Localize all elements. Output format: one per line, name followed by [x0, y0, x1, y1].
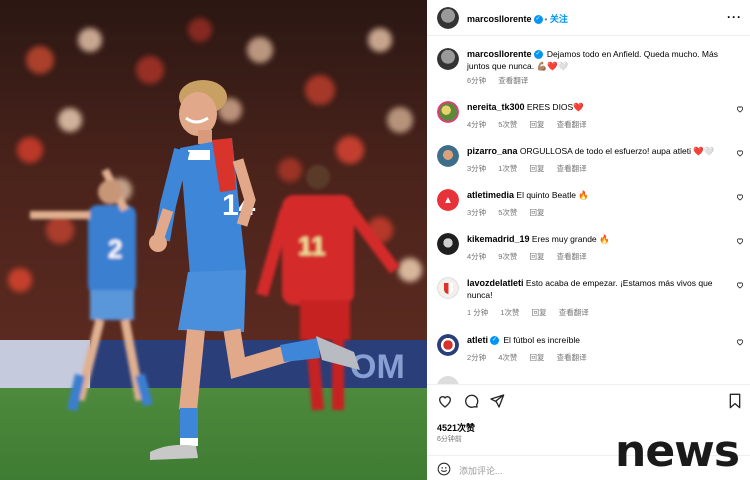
comment-text: ERES DIOS❤️: [526, 102, 584, 112]
commenter-avatar[interactable]: [437, 334, 459, 356]
verified-badge-icon: ✓: [533, 15, 543, 25]
comment-likes[interactable]: 1次赞: [500, 308, 519, 317]
comment-likes[interactable]: 5次赞: [498, 208, 517, 217]
reply-button[interactable]: 回复: [530, 120, 545, 129]
translate-link[interactable]: 查看翻译: [557, 164, 587, 173]
heart-icon[interactable]: [736, 237, 744, 245]
svg-text:11: 11: [298, 231, 326, 261]
emoji-icon[interactable]: [437, 462, 451, 476]
caption-time: 6分钟: [467, 76, 487, 85]
author-username[interactable]: marcosllorente: [467, 14, 532, 24]
partial-comment: [437, 376, 737, 384]
comment-time: 3分钟: [467, 164, 487, 173]
likes-count[interactable]: 4521次赞: [437, 421, 475, 434]
dot-separator: •: [544, 15, 548, 24]
author-avatar[interactable]: [437, 7, 459, 29]
reply-button[interactable]: 回复: [530, 208, 545, 217]
verified-badge-icon: ✓: [533, 50, 543, 60]
news-watermark-logo: news: [615, 426, 740, 477]
comment-time: 2分钟: [467, 353, 487, 362]
commenter-username[interactable]: atleti: [467, 335, 488, 345]
commenter-avatar[interactable]: [437, 277, 459, 299]
commenter-username[interactable]: nereita_tk300: [467, 102, 525, 112]
comment-time: 1 分钟: [467, 308, 489, 317]
heart-icon[interactable]: [736, 281, 744, 289]
comment-text: ORGULLOSA de todo el esfuerzo! aupa atle…: [519, 146, 715, 156]
comment-text: El fútbol es increíble: [503, 335, 580, 345]
comment-icon[interactable]: [463, 393, 479, 409]
comment-time: 4分钟: [467, 120, 487, 129]
reply-button[interactable]: 回复: [530, 353, 545, 362]
heart-icon[interactable]: [736, 105, 744, 113]
heart-icon[interactable]: [736, 149, 744, 157]
commenter-avatar[interactable]: [437, 101, 459, 123]
commenter-avatar[interactable]: [437, 145, 459, 167]
comment-time: 3分钟: [467, 208, 487, 217]
caption-username[interactable]: marcosllorente: [467, 49, 532, 59]
more-options-icon[interactable]: ···: [727, 10, 742, 24]
commenter-username[interactable]: pizarro_ana: [467, 146, 518, 156]
caption-author-avatar[interactable]: [437, 48, 459, 70]
commenter-username[interactable]: atletimedia: [467, 190, 514, 200]
heart-icon[interactable]: [736, 338, 744, 346]
comment-likes[interactable]: 4次赞: [498, 353, 517, 362]
comment-likes[interactable]: 5次赞: [498, 120, 517, 129]
commenter-username[interactable]: kikemadrid_19: [467, 234, 530, 244]
post-time-ago: 6分钟前: [437, 436, 462, 443]
post-header: marcosllorente ✓ • 关注 ···: [427, 0, 750, 36]
comment-text: El quinto Beatle 🔥: [516, 190, 589, 200]
reply-button[interactable]: 回复: [530, 164, 545, 173]
translate-link[interactable]: 查看翻译: [557, 252, 587, 261]
heart-icon[interactable]: [736, 193, 744, 201]
follow-button[interactable]: 关注: [550, 14, 568, 24]
share-icon[interactable]: [489, 393, 505, 409]
reply-button[interactable]: 回复: [530, 252, 545, 261]
commenter-username[interactable]: lavozdelatleti: [467, 278, 524, 288]
comment-likes[interactable]: 1次赞: [498, 164, 517, 173]
svg-text:2: 2: [108, 234, 122, 264]
football-celebration-image: OM 2 11 14: [0, 0, 427, 480]
verified-badge-icon: ✓: [490, 336, 500, 346]
commenter-avatar[interactable]: ▲: [437, 189, 459, 211]
comment-text: Eres muy grande 🔥: [531, 234, 610, 244]
post-detail-panel: marcosllorente ✓ • 关注 ··· marcosllorente ✓ …: [427, 0, 750, 480]
add-comment-input[interactable]: 添加评论...: [459, 464, 503, 477]
commenter-avatar[interactable]: [437, 233, 459, 255]
translate-link[interactable]: 查看翻译: [559, 308, 589, 317]
like-heart-icon[interactable]: [437, 393, 453, 409]
comment-likes[interactable]: 9次赞: [498, 252, 517, 261]
post-photo[interactable]: OM 2 11 14: [0, 0, 427, 480]
save-bookmark-icon[interactable]: [728, 393, 742, 409]
comment-time: 4分钟: [467, 252, 487, 261]
reply-button[interactable]: 回复: [532, 308, 547, 317]
translate-link[interactable]: 查看翻译: [557, 120, 587, 129]
translate-link[interactable]: 查看翻译: [557, 353, 587, 362]
caption-translate-link[interactable]: 查看翻译: [498, 76, 528, 85]
